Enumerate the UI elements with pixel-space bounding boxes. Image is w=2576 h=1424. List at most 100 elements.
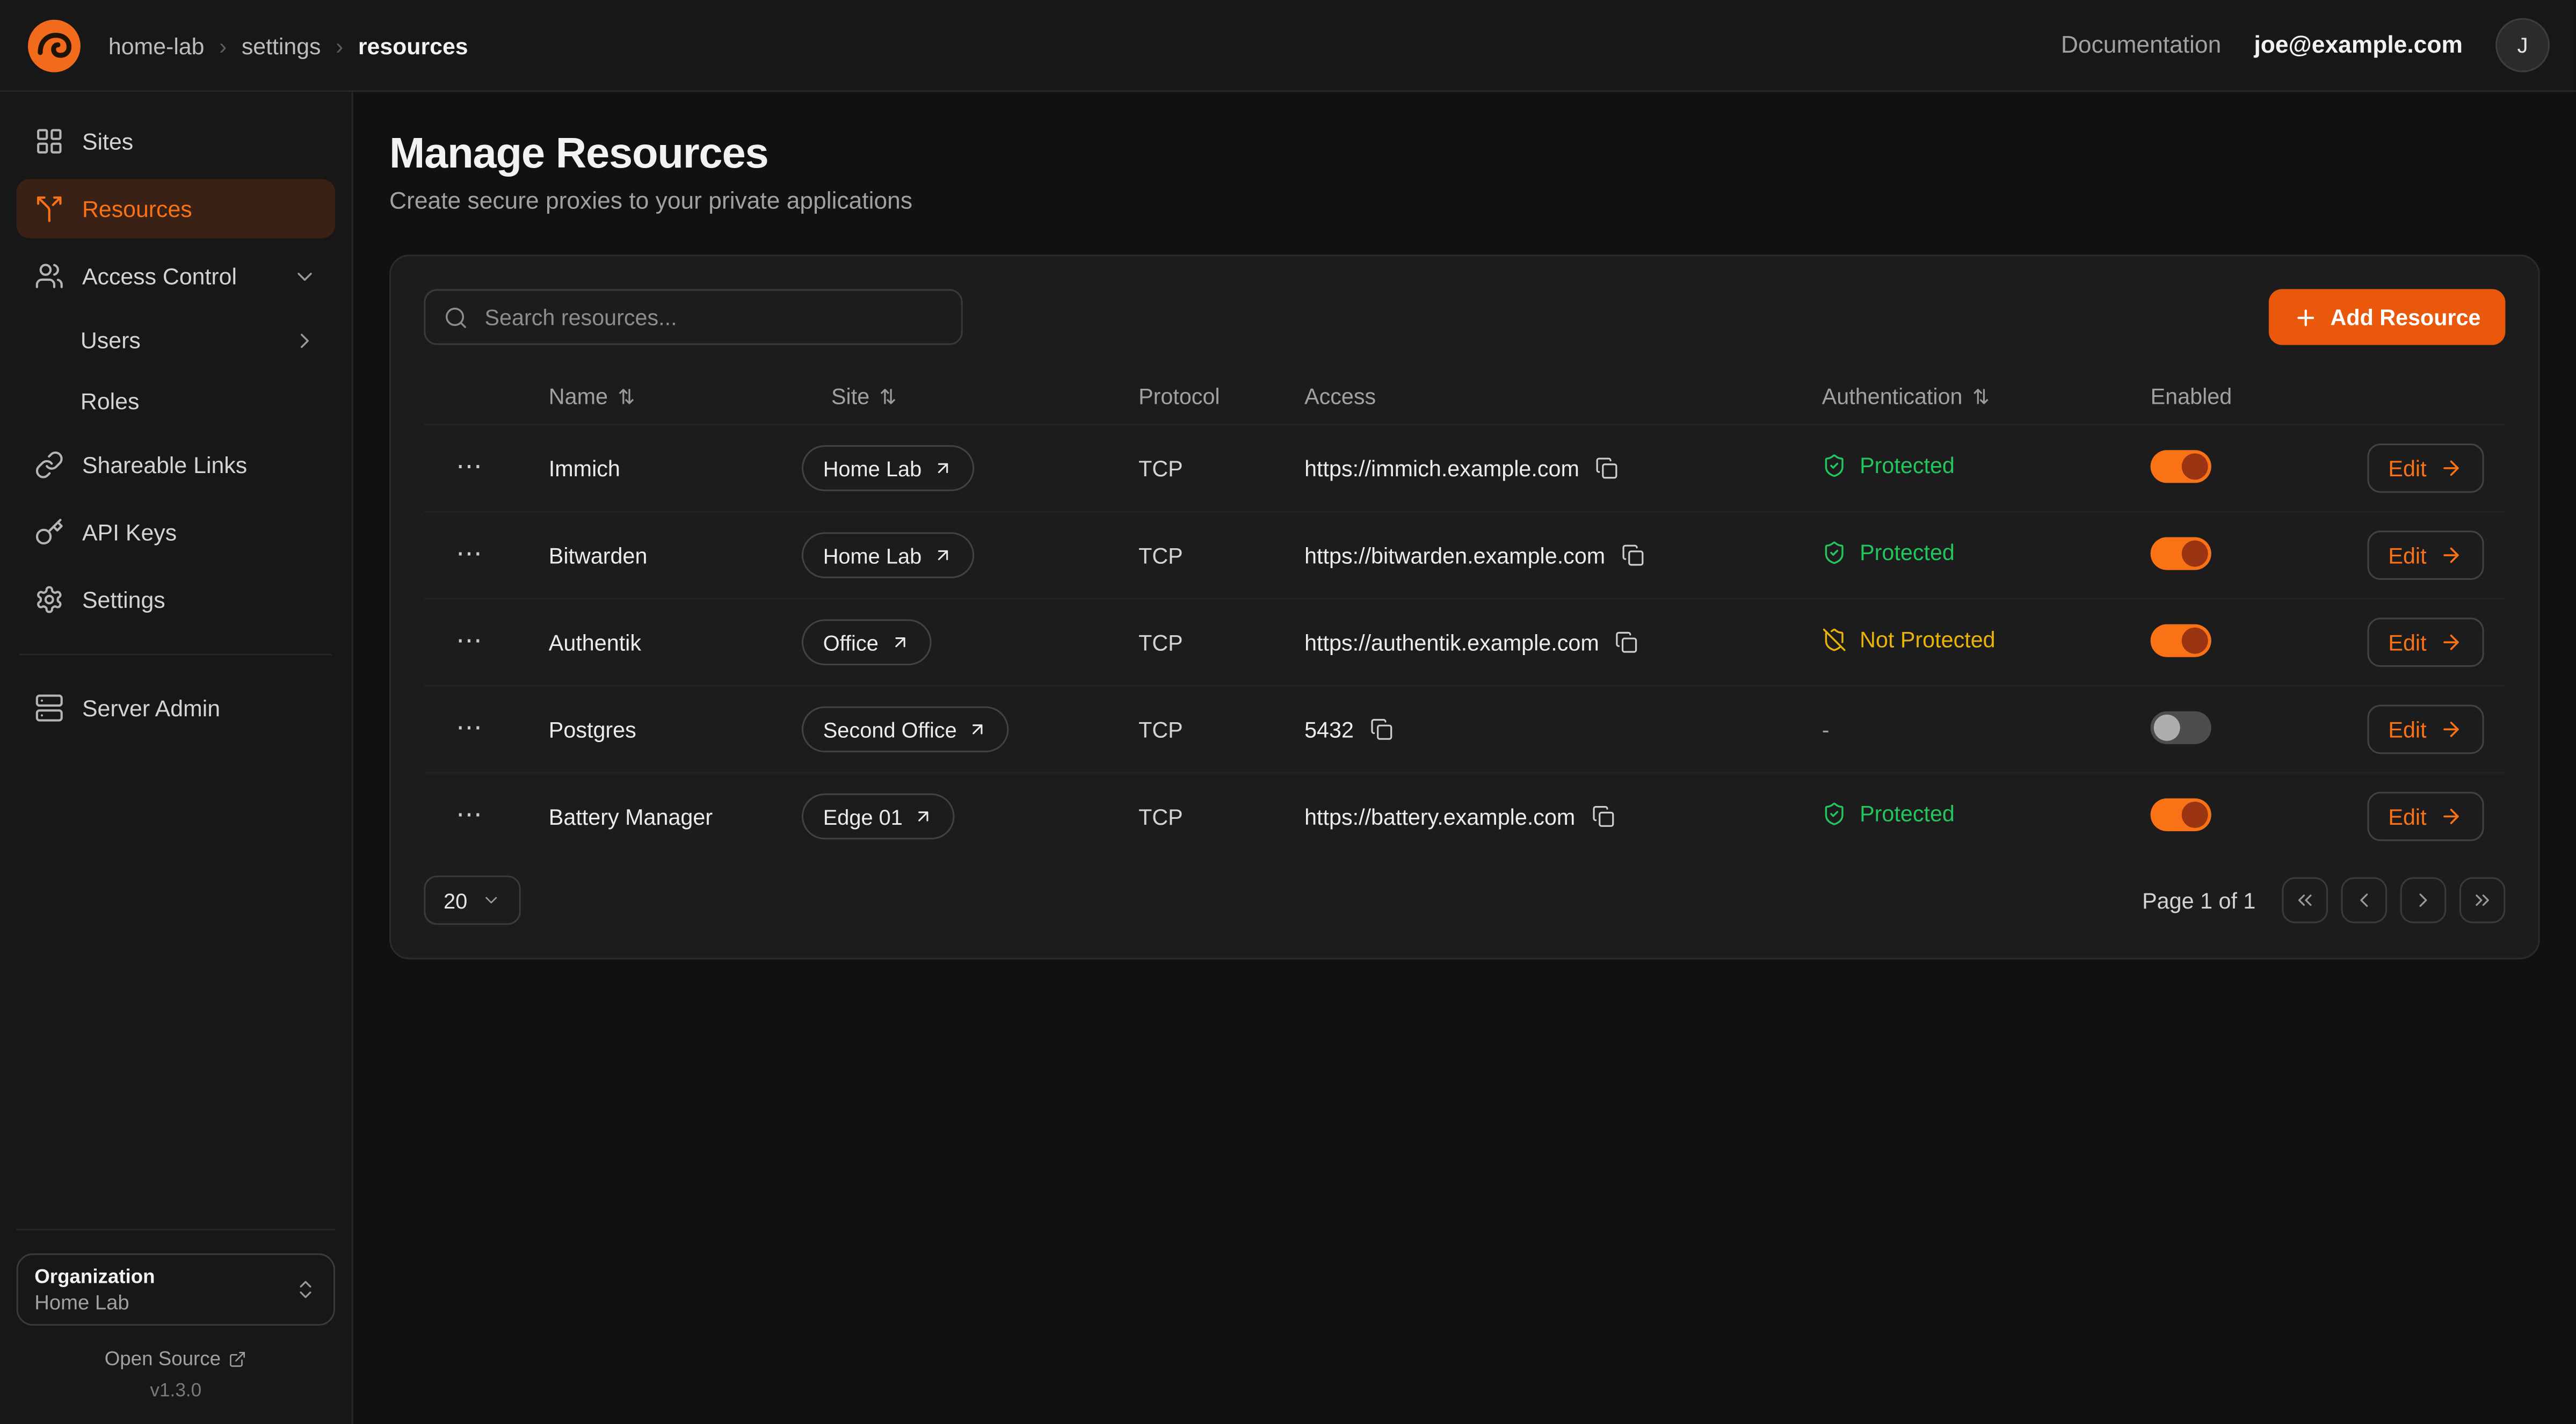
edit-button[interactable]: Edit [2367,444,2484,493]
organization-switcher[interactable]: Organization Home Lab [17,1253,336,1326]
row-menu-button[interactable]: ⋯ [446,452,494,484]
user-email[interactable]: joe@example.com [2254,32,2462,59]
auth-label: - [1822,717,1830,742]
copy-icon[interactable] [1615,631,1638,654]
breadcrumb-resources: resources [358,32,468,59]
sidebar-item-label: Resources [82,195,192,222]
breadcrumb-home-lab[interactable]: home-lab [108,32,205,59]
page-info: Page 1 of 1 [2142,888,2255,913]
key-icon [34,518,64,547]
sidebar-item-api-keys[interactable]: API Keys [17,503,336,562]
row-menu-button[interactable]: ⋯ [446,713,494,746]
site-link[interactable]: Second Office [802,706,1010,752]
sidebar-item-server-admin[interactable]: Server Admin [17,678,336,737]
add-resource-button[interactable]: Add Resource [2269,289,2505,345]
header-protocol: Protocol [1135,383,1301,408]
sidebar-item-shareable-links[interactable]: Shareable Links [17,435,336,495]
auth-label: Protected [1860,541,1955,565]
site-name: Second Office [823,717,957,742]
edit-button[interactable]: Edit [2367,704,2484,754]
enabled-toggle[interactable] [2151,797,2211,830]
search-box [424,289,962,345]
sidebar-item-settings[interactable]: Settings [17,570,336,629]
site-link[interactable]: Edge 01 [802,794,955,840]
copy-icon[interactable] [1370,718,1394,741]
sidebar-item-resources[interactable]: Resources [17,179,336,238]
header-authentication[interactable]: Authentication ⇅ [1819,383,2147,408]
sidebar-item-roles[interactable]: Roles [17,375,336,427]
table-row: ⋯ Authentik Office TCP https://authentik… [424,598,2505,685]
app-root: home-lab › settings › resources Document… [0,0,2576,1424]
edit-button[interactable]: Edit [2367,531,2484,580]
resource-protocol: TCP [1135,630,1301,655]
search-input[interactable] [481,303,943,331]
documentation-link[interactable]: Documentation [2061,32,2221,59]
sidebar-item-label: Access Control [82,263,237,289]
enabled-toggle[interactable] [2151,710,2211,743]
auth-status: Protected [1819,802,2147,831]
auth-status: Not Protected [1819,628,2147,657]
copy-icon[interactable] [1622,544,1645,567]
page-title: Manage Resources [389,128,2540,178]
site-name: Home Lab [823,543,922,568]
organization-label: Organization [34,1263,155,1290]
breadcrumb-separator: › [219,32,227,59]
split-icon [34,194,64,223]
resource-name: Immich [516,456,799,481]
enabled-toggle[interactable] [2151,623,2211,656]
copy-icon[interactable] [1592,805,1615,828]
avatar[interactable]: J [2495,18,2550,72]
sidebar-item-label: Roles [81,388,140,414]
page-size-select[interactable]: 20 [424,876,521,925]
breadcrumb-settings[interactable]: settings [242,32,321,59]
table-footer: 20 Page 1 of 1 [424,876,2505,925]
edit-button[interactable]: Edit [2367,617,2484,667]
resource-name: Bitwarden [516,543,799,568]
edit-button[interactable]: Edit [2367,792,2484,841]
auth-label: Not Protected [1860,628,1996,652]
chevron-left-icon [2353,889,2376,912]
row-menu-button[interactable]: ⋯ [446,626,494,659]
enabled-toggle[interactable] [2151,536,2211,569]
arrow-up-right-icon [933,459,953,478]
chevron-down-icon [482,890,502,910]
sort-icon: ⇅ [618,383,635,408]
pagination-last-button[interactable] [2459,877,2506,924]
sidebar-item-access-control[interactable]: Access Control [17,246,336,306]
row-menu-button[interactable]: ⋯ [446,800,494,833]
topbar: home-lab › settings › resources Document… [0,0,2576,92]
enabled-toggle[interactable] [2151,449,2211,482]
sidebar-item-sites[interactable]: Sites [17,112,336,171]
edit-label: Edit [2388,630,2426,655]
arrow-right-icon [2440,456,2463,479]
resource-access: https://immich.example.com [1304,456,1579,481]
arrow-up-right-icon [914,807,934,826]
site-link[interactable]: Office [802,619,931,665]
sidebar-item-users[interactable]: Users [17,314,336,366]
app-logo-icon[interactable] [26,17,82,73]
header-name[interactable]: Name ⇅ [516,383,799,408]
pagination-first-button[interactable] [2282,877,2328,924]
site-link[interactable]: Home Lab [802,532,974,578]
search-icon [444,305,468,330]
grid-icon [34,127,64,156]
edit-label: Edit [2388,804,2426,829]
resource-protocol: TCP [1135,543,1301,568]
pagination-next-button[interactable] [2400,877,2447,924]
pagination-prev-button[interactable] [2341,877,2388,924]
site-link[interactable]: Home Lab [802,445,974,491]
arrow-right-icon [2440,544,2463,567]
row-menu-button[interactable]: ⋯ [446,539,494,571]
auth-status: - [1819,717,2147,742]
auth-label: Protected [1860,802,1955,826]
sort-icon: ⇅ [1972,383,1990,408]
copy-icon[interactable] [1596,456,1619,479]
edit-label: Edit [2388,456,2426,481]
table-row: ⋯ Immich Home Lab TCP https://immich.exa… [424,424,2505,511]
plus-icon [2294,305,2319,330]
header-site[interactable]: Site ⇅ [799,383,1135,408]
open-source-link[interactable]: Open Source [17,1347,336,1370]
chevron-right-icon [293,328,317,352]
site-name: Edge 01 [823,804,903,829]
app-version: v1.3.0 [17,1382,336,1401]
